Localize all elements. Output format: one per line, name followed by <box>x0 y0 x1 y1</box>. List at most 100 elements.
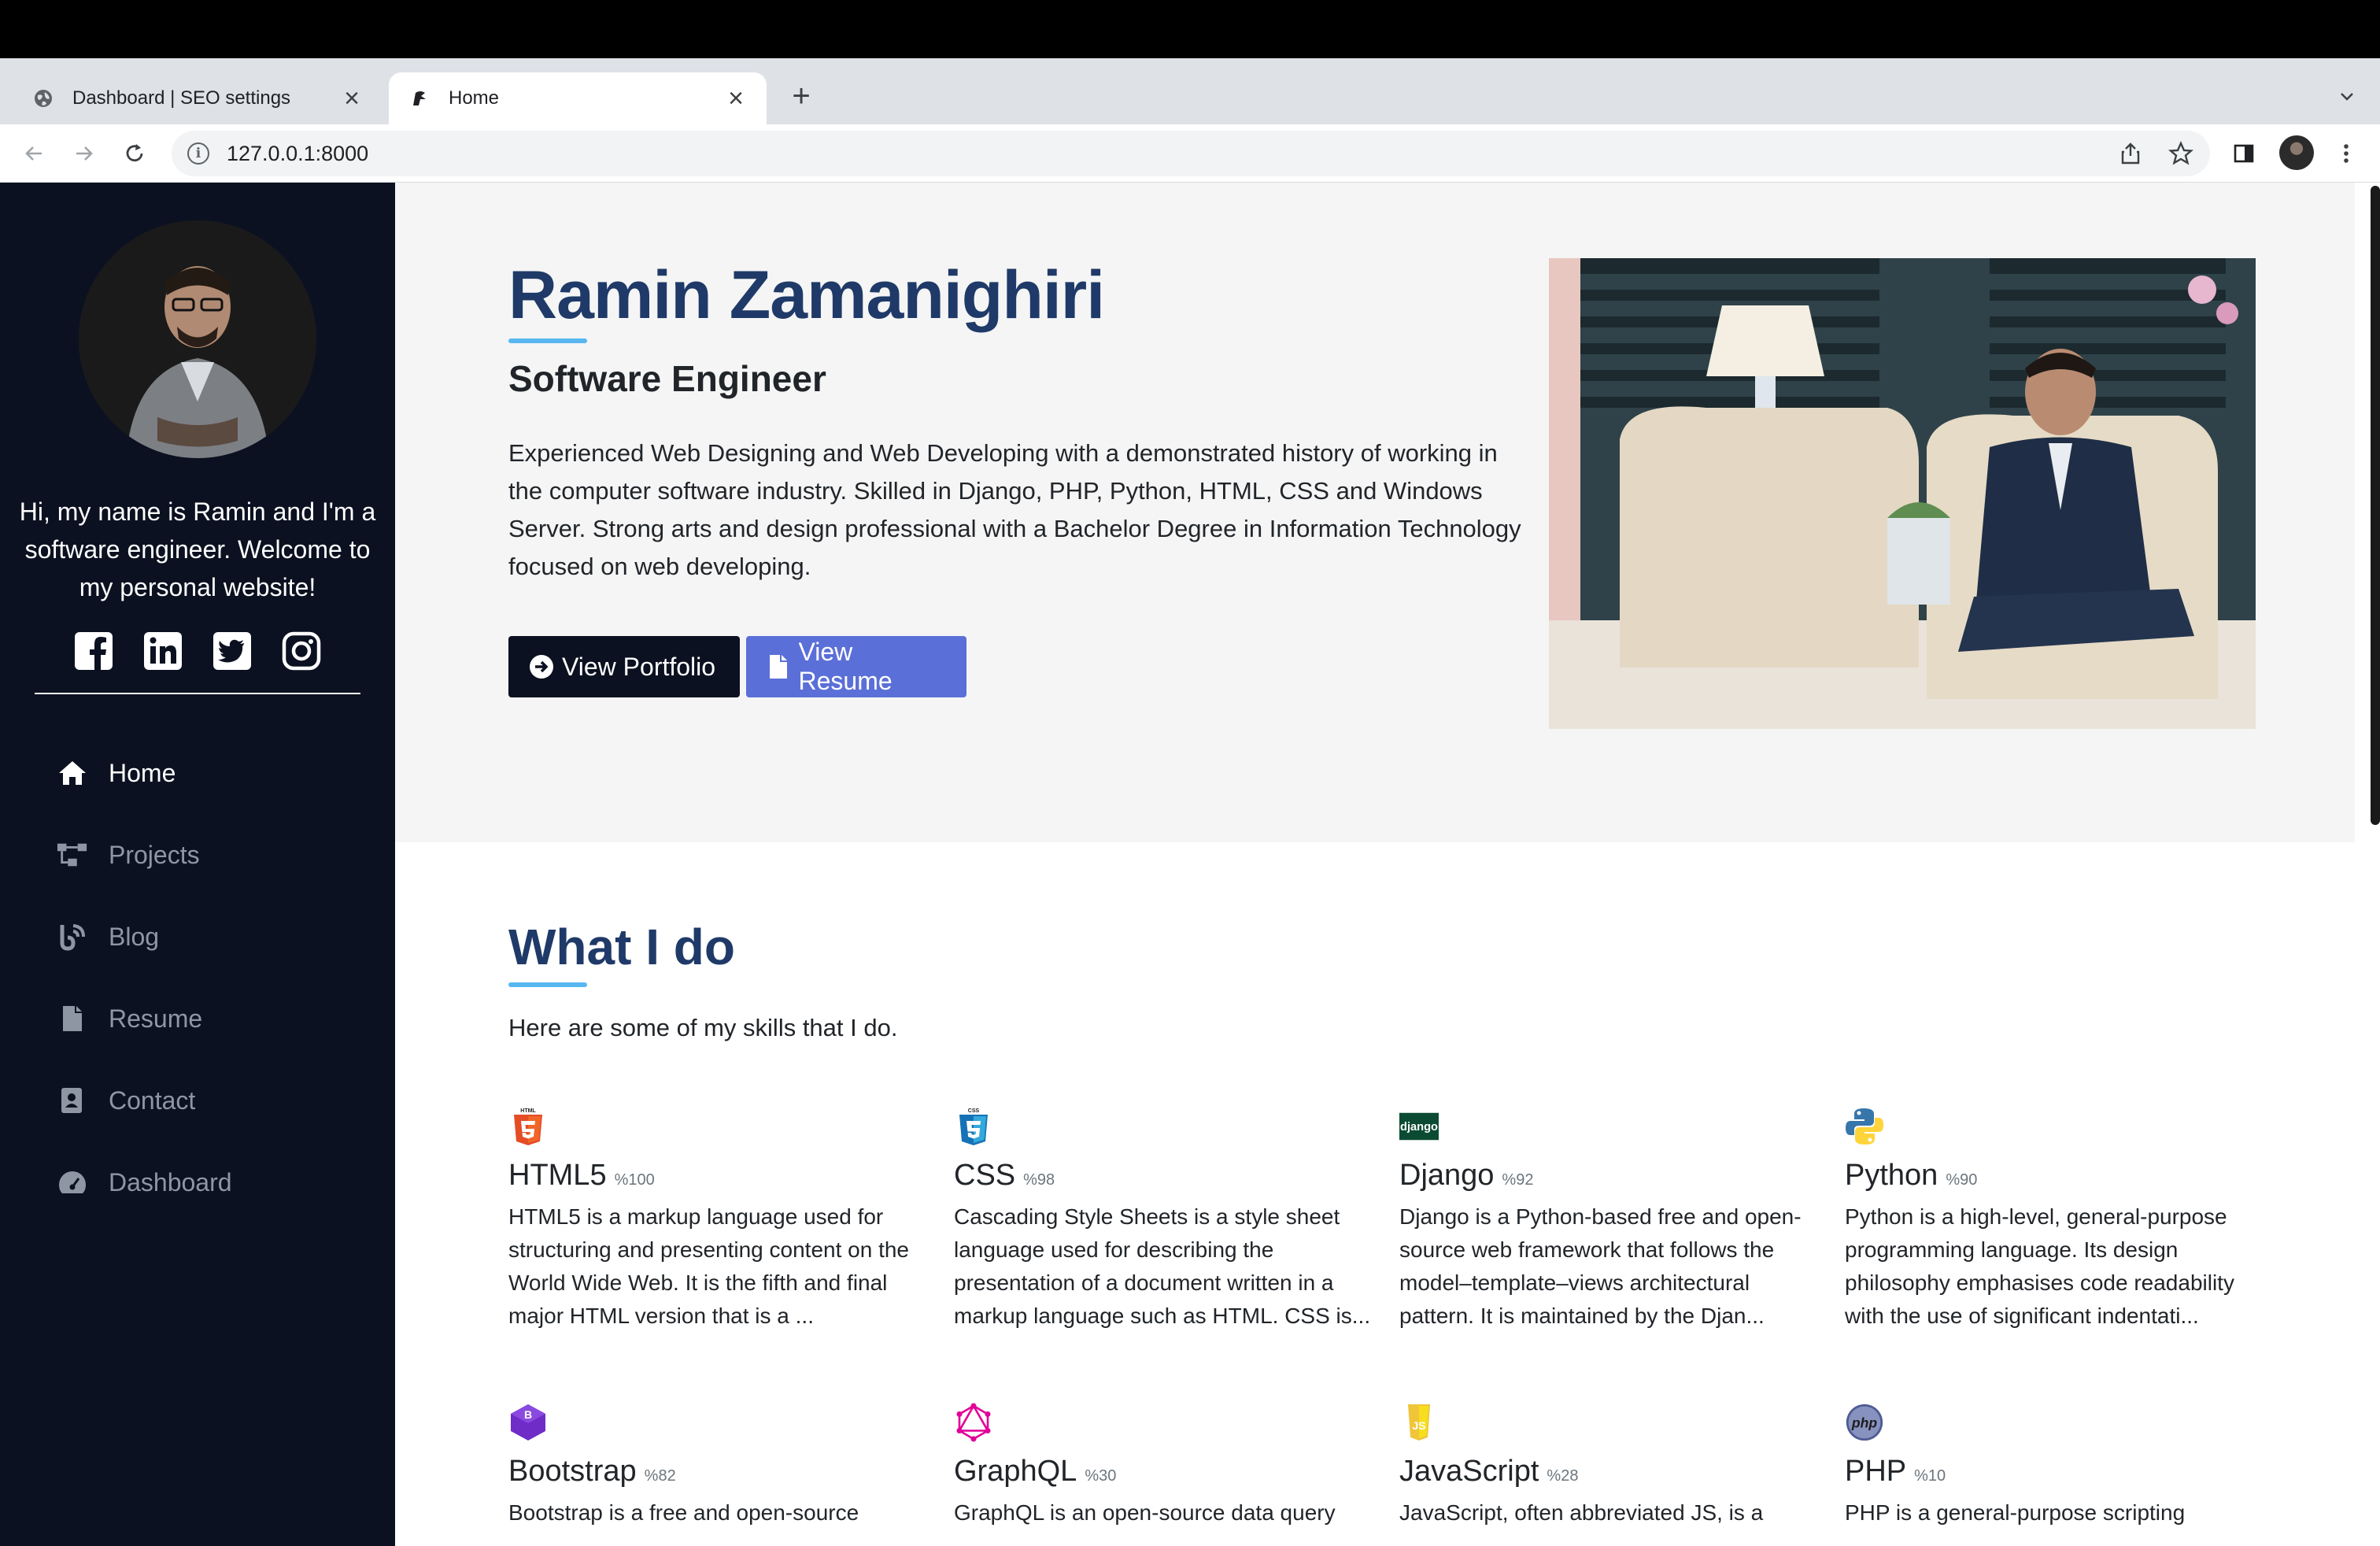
html5-icon: HTML <box>508 1107 548 1146</box>
skill-percent: %30 <box>1085 1467 1117 1485</box>
sidebar-nav: Home Projects Blog Resume Contact Dashbo… <box>57 732 232 1223</box>
share-icon[interactable] <box>2114 137 2147 170</box>
skill-name: GraphQL <box>954 1455 1077 1488</box>
view-portfolio-label: View Portfolio <box>562 652 716 681</box>
skill-card: GraphQL %30 GraphQL is an open-source da… <box>954 1403 1379 1529</box>
javascript-icon: JS <box>1399 1403 1439 1442</box>
twitter-icon[interactable] <box>211 630 253 672</box>
linkedin-icon[interactable] <box>142 630 184 672</box>
sidebar-divider <box>35 693 360 694</box>
gauge-icon <box>57 1167 88 1198</box>
hero-section: Ramin Zamanighiri Software Engineer Expe… <box>395 183 2355 842</box>
svg-text:HTML: HTML <box>520 1108 536 1114</box>
skill-card: JS JavaScript %28 JavaScript, often abbr… <box>1399 1403 1824 1529</box>
web-page: Hi, my name is Ramin and I'm a software … <box>0 183 2380 1546</box>
bookmark-star-icon[interactable] <box>2164 137 2197 170</box>
view-resume-label: View Resume <box>798 638 893 695</box>
sidebar-item-projects[interactable]: Projects <box>57 814 232 896</box>
css3-icon: CSS <box>954 1107 993 1146</box>
skill-name: Python <box>1845 1159 1938 1192</box>
file-icon <box>767 654 790 679</box>
skill-description: Cascading Style Sheets is a style sheet … <box>954 1204 1371 1328</box>
skill-name: JavaScript <box>1399 1455 1539 1488</box>
sidebar-item-label: Home <box>109 758 176 787</box>
skill-percent: %98 <box>1023 1171 1055 1189</box>
scrollbar-thumb[interactable] <box>2371 186 2380 825</box>
hero-name: Ramin Zamanighiri <box>508 257 1105 333</box>
sidebar-item-resume[interactable]: Resume <box>57 978 232 1060</box>
svg-text:JS: JS <box>1412 1419 1425 1432</box>
browser-toolbar: i 127.0.0.1:8000 <box>0 124 2380 183</box>
profile-photo <box>79 220 316 458</box>
skill-card: CSS CSS %98 Cascading Style Sheets is a … <box>954 1107 1379 1333</box>
social-links <box>0 630 395 672</box>
profile-avatar[interactable] <box>2279 135 2314 170</box>
skill-percent: %100 <box>614 1171 655 1189</box>
bio-text: Hi, my name is Ramin and I'm a software … <box>19 497 376 601</box>
address-bar[interactable]: i 127.0.0.1:8000 <box>172 131 2210 176</box>
skill-name: CSS <box>954 1159 1016 1192</box>
sidebar-item-dashboard[interactable]: Dashboard <box>57 1141 232 1223</box>
skill-name: PHP <box>1845 1455 1907 1488</box>
skill-card: B Bootstrap %82 Bootstrap is a free and … <box>508 1403 933 1529</box>
title-underline <box>508 338 587 343</box>
svg-text:django: django <box>1400 1121 1438 1134</box>
section-title-underline <box>508 982 587 987</box>
skill-name: Django <box>1399 1159 1495 1192</box>
python-icon <box>1845 1107 1884 1146</box>
skill-card: HTML HTML5 %100 HTML5 is a markup langua… <box>508 1107 933 1333</box>
bootstrap-icon: B <box>508 1403 548 1442</box>
forward-arrow-icon[interactable] <box>66 135 102 172</box>
reload-icon[interactable] <box>116 135 153 172</box>
home-icon <box>57 757 88 789</box>
more-menu-icon[interactable] <box>2330 137 2363 170</box>
sidebar-item-label: Dashboard <box>109 1167 232 1196</box>
hero-job-title: Software Engineer <box>508 358 826 399</box>
skill-percent: %10 <box>1914 1467 1946 1485</box>
main-content: Ramin Zamanighiri Software Engineer Expe… <box>395 183 2355 1546</box>
instagram-icon[interactable] <box>280 630 323 672</box>
svg-text:php: php <box>1851 1415 1877 1430</box>
skill-description: PHP is a general-purpose scripting <box>1845 1500 2186 1525</box>
view-portfolio-button[interactable]: View Portfolio <box>508 636 740 697</box>
sidebar-item-blog[interactable]: Blog <box>57 896 232 978</box>
tab-home[interactable]: Home × <box>389 72 767 124</box>
macos-menu-bar <box>0 0 2380 58</box>
url-text: 127.0.0.1:8000 <box>227 141 369 165</box>
svg-text:B: B <box>524 1408 532 1421</box>
close-icon[interactable]: × <box>724 85 748 112</box>
skill-card: django Django %92 Django is a Python-bas… <box>1399 1107 1824 1333</box>
skill-description: Bootstrap is a free and open-source <box>508 1500 859 1525</box>
side-panel-icon[interactable] <box>2227 137 2260 170</box>
tab-title: Dashboard | SEO settings <box>72 87 291 109</box>
sidebar-item-home[interactable]: Home <box>57 732 232 814</box>
view-resume-button[interactable]: View Resume <box>746 636 966 697</box>
page-scrollbar[interactable] <box>2355 183 2380 1546</box>
new-tab-button[interactable]: + <box>785 79 817 113</box>
globe-icon <box>31 87 55 110</box>
tab-search-chevron-icon[interactable] <box>2331 80 2363 112</box>
sidebar-item-label: Projects <box>109 840 200 869</box>
tab-strip: Dashboard | SEO settings × Home × + <box>0 58 2380 124</box>
site-info-icon[interactable]: i <box>187 142 209 165</box>
close-icon[interactable]: × <box>340 85 364 112</box>
skill-description: Django is a Python-based free and open-s… <box>1399 1204 1802 1328</box>
sidebar-item-label: Contact <box>109 1086 196 1115</box>
skill-name: Bootstrap <box>508 1455 637 1488</box>
arrow-circle-right-icon <box>529 654 554 679</box>
site-favicon-icon <box>408 87 431 110</box>
skill-percent: %90 <box>1946 1171 1978 1189</box>
sidebar: Hi, my name is Ramin and I'm a software … <box>0 183 395 1546</box>
skill-card: Python %90 Python is a high-level, gener… <box>1845 1107 2270 1333</box>
sidebar-item-contact[interactable]: Contact <box>57 1060 232 1141</box>
skill-percent: %92 <box>1502 1171 1534 1189</box>
svg-text:CSS: CSS <box>968 1108 980 1114</box>
skill-card: php PHP %10 PHP is a general-purpose scr… <box>1845 1403 2270 1529</box>
address-book-icon <box>57 1085 88 1116</box>
facebook-icon[interactable] <box>72 630 115 672</box>
back-arrow-icon[interactable] <box>16 135 52 172</box>
tab-dashboard-seo[interactable]: Dashboard | SEO settings × <box>13 72 382 124</box>
blog-icon <box>57 921 88 952</box>
section-title: What I do <box>508 919 735 975</box>
hero-photo <box>1549 258 2256 729</box>
